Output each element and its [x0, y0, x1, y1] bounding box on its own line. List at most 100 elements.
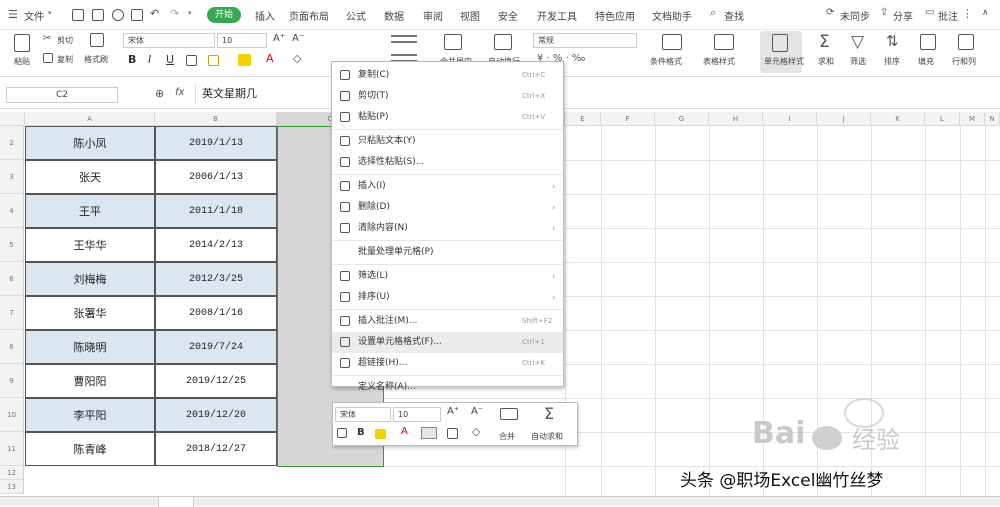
row-header[interactable]: 8 — [0, 330, 24, 364]
context-menu-item[interactable]: 插入(I) › — [332, 176, 563, 197]
collapse-ribbon-icon[interactable]: ∧ — [982, 8, 989, 18]
sync-status[interactable]: 未同步 — [840, 8, 870, 23]
more-icon[interactable]: ⋮ — [962, 7, 973, 20]
increase-font-icon[interactable]: A⁺ — [273, 33, 285, 44]
cell-date[interactable]: 2019/1/13 — [155, 126, 277, 160]
mini-font-color-icon[interactable]: A — [401, 426, 408, 437]
row-header[interactable]: 13 — [0, 480, 24, 494]
cell-name[interactable]: 张天 — [25, 160, 155, 194]
undo-icon[interactable]: ↶ — [150, 7, 159, 20]
redo-icon[interactable]: ↷ — [170, 7, 179, 20]
italic-icon[interactable]: I — [148, 53, 151, 66]
column-header-m[interactable]: M — [960, 112, 985, 126]
decrease-font-icon[interactable]: A⁻ — [292, 33, 304, 44]
cell-date[interactable]: 2019/12/20 — [155, 398, 277, 432]
tab-developer[interactable]: 开发工具 — [537, 8, 577, 23]
file-menu[interactable]: 文件 — [24, 8, 44, 23]
mini-copy-format-icon[interactable] — [337, 428, 347, 438]
sum-button[interactable]: 求和 — [818, 56, 834, 67]
row-header[interactable]: 9 — [0, 364, 24, 398]
context-menu-item[interactable]: 插入批注(M)... Shift+F2 — [332, 311, 563, 332]
print-icon[interactable] — [112, 9, 124, 21]
zoom-icon[interactable]: ⊕ — [155, 87, 164, 100]
column-header-e[interactable]: E — [565, 112, 601, 126]
cell-name[interactable]: 陈小凤 — [25, 126, 155, 160]
save-icon[interactable] — [72, 9, 84, 21]
context-menu-item[interactable]: 批量处理单元格(P) — [332, 242, 563, 263]
column-header-l[interactable]: L — [925, 112, 960, 126]
cell-date[interactable]: 2019/12/25 — [155, 364, 277, 398]
border-icon[interactable] — [186, 55, 197, 66]
context-menu-item[interactable]: 粘贴(P) Ctrl+V — [332, 107, 563, 128]
fill-button[interactable]: 填充 — [918, 56, 934, 67]
tab-featured-apps[interactable]: 特色应用 — [595, 8, 635, 23]
table-style-icon[interactable] — [714, 34, 734, 50]
context-menu-item[interactable]: 筛选(L) › — [332, 266, 563, 287]
sum-icon[interactable]: Σ — [819, 32, 830, 52]
merge-center-icon[interactable] — [444, 34, 462, 50]
column-header-j[interactable]: J — [817, 112, 871, 126]
mini-border-icon[interactable] — [447, 428, 458, 439]
hamburger-icon[interactable]: ☰ — [8, 8, 18, 21]
mini-fill-color-icon[interactable] — [375, 429, 386, 439]
underline-icon[interactable]: U — [166, 53, 174, 66]
mini-bold-icon[interactable]: B — [357, 427, 365, 438]
paste-label[interactable]: 粘贴 — [14, 56, 30, 67]
filter-icon[interactable]: ▽ — [851, 32, 864, 52]
cut-icon[interactable]: ✂ — [43, 33, 51, 44]
row-header[interactable]: 6 — [0, 262, 24, 296]
tab-data[interactable]: 数据 — [384, 8, 404, 23]
cell-name[interactable]: 曹阳阳 — [25, 364, 155, 398]
column-header-b[interactable]: B — [155, 112, 277, 126]
cell-name[interactable]: 陈青峰 — [25, 432, 155, 466]
table-style-button[interactable]: 表格样式 — [703, 56, 735, 67]
column-header-i[interactable]: I — [763, 112, 817, 126]
conditional-format-icon[interactable] — [662, 34, 682, 50]
cut-button[interactable]: 剪切 — [57, 35, 73, 46]
quick-access-more-icon[interactable]: ▾ — [188, 9, 192, 17]
cell-date[interactable]: 2008/1/16 — [155, 296, 277, 330]
context-menu-item[interactable]: 复制(C) Ctrl+C — [332, 65, 563, 86]
cell-date[interactable]: 2014/2/13 — [155, 228, 277, 262]
eraser-icon[interactable]: ◇ — [293, 52, 301, 65]
cell-name[interactable]: 张署华 — [25, 296, 155, 330]
mini-merge-icon[interactable] — [500, 408, 518, 420]
row-header[interactable]: 3 — [0, 160, 24, 194]
column-header-h[interactable]: H — [709, 112, 763, 126]
wrap-text-icon[interactable] — [494, 34, 512, 50]
row-header[interactable]: 12 — [0, 466, 24, 480]
mini-font-size[interactable]: 10 — [393, 407, 441, 422]
export-icon[interactable] — [92, 9, 104, 21]
cell-date[interactable]: 2006/1/13 — [155, 160, 277, 194]
context-menu-item[interactable]: 清除内容(N) › — [332, 218, 563, 239]
context-menu-item[interactable]: 设置单元格格式(F)... Ctrl+1 — [332, 332, 563, 353]
cell-date[interactable]: 2018/12/27 — [155, 432, 277, 466]
select-all-corner[interactable] — [0, 112, 25, 126]
context-menu-item[interactable]: 排序(U) › — [332, 287, 563, 308]
cell-name[interactable]: 刘梅梅 — [25, 262, 155, 296]
grid-icon[interactable] — [208, 55, 219, 66]
row-header[interactable]: 11 — [0, 432, 24, 466]
fill-color-icon[interactable] — [238, 54, 251, 66]
cell-name[interactable]: 王华华 — [25, 228, 155, 262]
filter-button[interactable]: 筛选 — [850, 56, 866, 67]
cell-name[interactable]: 陈晓明 — [25, 330, 155, 364]
cell-date[interactable]: 2011/1/18 — [155, 194, 277, 228]
tab-formulas[interactable]: 公式 — [346, 8, 366, 23]
cell-date[interactable]: 2019/7/24 — [155, 330, 277, 364]
row-header[interactable]: 2 — [0, 126, 24, 160]
font-name-combo[interactable]: 宋体 — [123, 33, 215, 48]
cell-date[interactable]: 2012/3/25 — [155, 262, 277, 296]
context-menu-item[interactable]: 选择性粘贴(S)... — [332, 152, 563, 173]
rows-columns-button[interactable]: 行和列 — [952, 56, 976, 67]
search-button[interactable]: 查找 — [724, 8, 744, 23]
tab-view[interactable]: 视图 — [460, 8, 480, 23]
cell-style-icon[interactable] — [772, 34, 788, 52]
formula-input[interactable]: 英文星期几 — [195, 84, 330, 104]
tab-doc-assistant[interactable]: 文档助手 — [652, 8, 692, 23]
sort-icon[interactable]: ⇅ — [886, 32, 899, 50]
bold-icon[interactable]: B — [128, 53, 136, 66]
mini-autosum-button[interactable]: 自动求和 — [531, 431, 563, 442]
cell-name[interactable]: 王平 — [25, 194, 155, 228]
name-box[interactable]: C2 — [6, 87, 118, 103]
